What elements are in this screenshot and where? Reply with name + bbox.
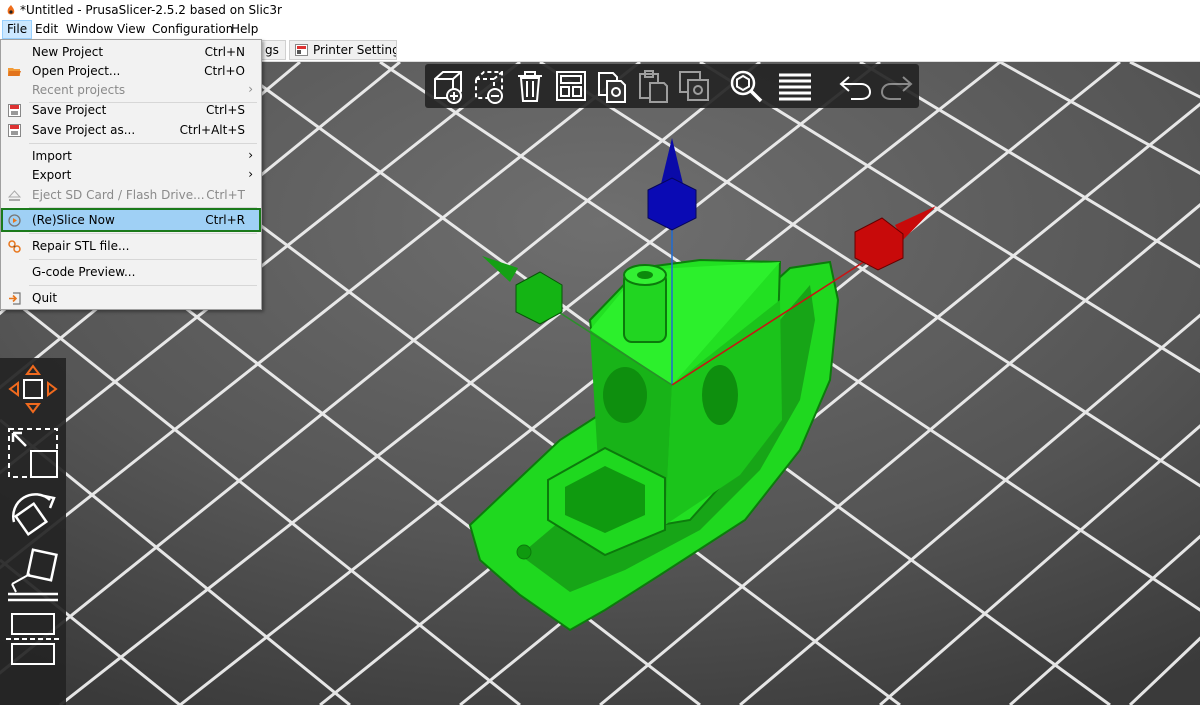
menu-item-open-project[interactable]: Open Project... Ctrl+O bbox=[3, 61, 259, 81]
menu-item-export[interactable]: Export › bbox=[3, 165, 259, 185]
menu-item-new-project[interactable]: New Project Ctrl+N bbox=[3, 42, 259, 62]
quit-icon bbox=[9, 292, 21, 305]
menu-item-eject[interactable]: Eject SD Card / Flash Drive... Ctrl+T bbox=[3, 185, 259, 205]
prusaslicer-app-icon bbox=[7, 5, 15, 15]
menu-item-label: G-code Preview... bbox=[32, 265, 136, 279]
search-icon[interactable] bbox=[727, 67, 765, 105]
menu-item-quit[interactable]: Quit bbox=[3, 288, 259, 308]
menu-item-repair-stl[interactable]: Repair STL file... bbox=[3, 236, 259, 256]
copy-icon[interactable] bbox=[593, 67, 631, 105]
open-folder-icon bbox=[8, 68, 21, 76]
move-icon[interactable] bbox=[4, 360, 62, 418]
cut-icon[interactable] bbox=[4, 610, 62, 668]
left-toolbar bbox=[0, 358, 66, 705]
menu-separator bbox=[29, 285, 257, 286]
menu-item-shortcut: Ctrl+N bbox=[204, 45, 245, 59]
delete-all-icon[interactable] bbox=[511, 67, 549, 105]
add-instance-icon[interactable] bbox=[675, 67, 713, 105]
paste-icon[interactable] bbox=[634, 67, 672, 105]
submenu-arrow-icon: › bbox=[248, 167, 253, 181]
scale-icon[interactable] bbox=[4, 424, 62, 482]
menu-item-import[interactable]: Import › bbox=[3, 146, 259, 166]
repair-icon bbox=[8, 240, 21, 253]
menu-item-save-project[interactable]: Save Project Ctrl+S bbox=[3, 100, 259, 120]
delete-object-icon[interactable] bbox=[470, 67, 508, 105]
menu-item-label: Repair STL file... bbox=[32, 239, 130, 253]
add-object-icon[interactable] bbox=[429, 67, 467, 105]
menu-separator bbox=[29, 259, 257, 260]
window-title: *Untitled - PrusaSlicer-2.5.2 based on S… bbox=[20, 3, 282, 17]
printer-icon bbox=[295, 44, 308, 56]
menu-configuration[interactable]: Configuration bbox=[148, 20, 237, 39]
menu-item-save-project-as[interactable]: Save Project as... Ctrl+Alt+S bbox=[3, 120, 259, 140]
place-on-face-icon[interactable] bbox=[4, 548, 62, 606]
menu-separator bbox=[29, 207, 257, 208]
arrange-icon[interactable] bbox=[552, 67, 590, 105]
menu-item-label: Save Project as... bbox=[32, 123, 136, 137]
menu-bar: File Edit Window View Configuration Help bbox=[0, 20, 1200, 39]
menu-item-label: Open Project... bbox=[32, 64, 121, 78]
menu-item-shortcut: Ctrl+R bbox=[205, 213, 245, 227]
tab-print-settings-label: gs bbox=[265, 43, 279, 57]
menu-item-label: Import bbox=[32, 149, 72, 163]
save-as-icon bbox=[8, 124, 21, 137]
rotate-icon[interactable] bbox=[4, 486, 62, 544]
submenu-arrow-icon: › bbox=[248, 82, 253, 96]
menu-separator bbox=[29, 233, 257, 234]
menu-item-label: Save Project bbox=[32, 103, 107, 117]
menu-item-shortcut: Ctrl+O bbox=[204, 64, 245, 78]
menu-view[interactable]: View bbox=[113, 20, 149, 39]
redo-icon[interactable] bbox=[877, 67, 915, 105]
menu-item-reslice-now[interactable]: (Re)Slice Now Ctrl+R bbox=[1, 208, 261, 232]
menu-item-recent-projects[interactable]: Recent projects › bbox=[3, 80, 259, 100]
menu-window[interactable]: Window bbox=[62, 20, 117, 39]
menu-separator bbox=[29, 143, 257, 144]
tab-printer-settings[interactable]: Printer Settings bbox=[289, 40, 397, 60]
slice-icon bbox=[8, 214, 21, 227]
menu-edit[interactable]: Edit bbox=[31, 20, 62, 39]
menu-item-gcode-preview[interactable]: G-code Preview... bbox=[3, 262, 259, 282]
menu-file[interactable]: File bbox=[2, 20, 33, 39]
menu-help[interactable]: Help bbox=[227, 20, 262, 39]
undo-icon[interactable] bbox=[837, 67, 875, 105]
eject-icon bbox=[8, 190, 21, 201]
title-bar: *Untitled - PrusaSlicer-2.5.2 based on S… bbox=[0, 0, 1200, 20]
menu-item-shortcut: Ctrl+T bbox=[206, 188, 245, 202]
menu-item-shortcut: Ctrl+S bbox=[205, 103, 245, 117]
menu-item-label: Export bbox=[32, 168, 72, 182]
menu-item-label: Recent projects bbox=[32, 83, 126, 97]
submenu-arrow-icon: › bbox=[248, 148, 253, 162]
layers-icon[interactable] bbox=[776, 67, 814, 105]
save-icon bbox=[8, 104, 21, 117]
top-toolbar bbox=[425, 64, 919, 108]
tab-printer-settings-label: Printer Settings bbox=[313, 43, 397, 57]
menu-item-label: Quit bbox=[32, 291, 58, 305]
menu-item-shortcut: Ctrl+Alt+S bbox=[179, 123, 245, 137]
menu-item-label: New Project bbox=[32, 45, 104, 59]
file-menu-dropdown: New Project Ctrl+N Open Project... Ctrl+… bbox=[0, 39, 262, 310]
menu-item-label: Eject SD Card / Flash Drive... bbox=[32, 188, 205, 202]
menu-item-label: (Re)Slice Now bbox=[32, 213, 115, 227]
